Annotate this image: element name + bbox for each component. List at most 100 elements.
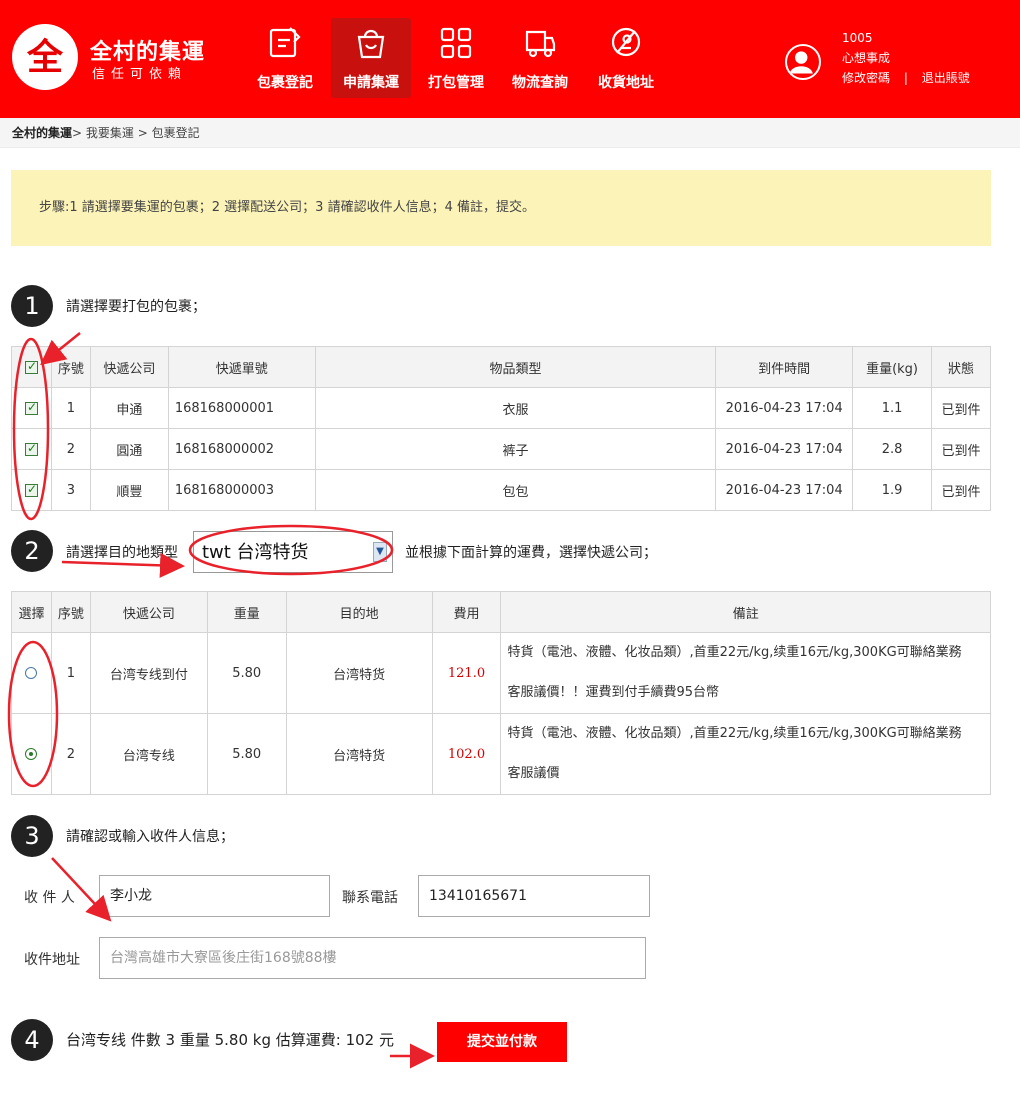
breadcrumb: 全村的集運> 我要集運 > 包裹登記 xyxy=(0,118,1020,148)
recipient-phone-label: 聯系電話 xyxy=(342,890,398,906)
package-type: 衣服 xyxy=(314,387,717,429)
recipient-address-input[interactable]: 台灣高雄市大寮區後庄街168號88樓 xyxy=(99,937,646,979)
package-status: 已到件 xyxy=(931,387,991,429)
package-tracking: 168168000003 xyxy=(167,469,316,511)
step-1-badge: 1 xyxy=(11,285,53,327)
package-weight: 1.9 xyxy=(852,469,932,511)
nav-item-delivery-address[interactable]: 收貨地址 xyxy=(586,18,666,98)
shipping-weight: 5.80 xyxy=(206,632,287,714)
truck-icon xyxy=(525,30,556,58)
nav-item-apply-consolidation[interactable]: 申請集運 xyxy=(331,18,411,98)
nav-label: 物流查詢 xyxy=(512,75,568,91)
change-password-link[interactable]: 修改密碼 xyxy=(842,71,890,85)
shipping-radio[interactable] xyxy=(25,748,38,760)
recipient-name-input[interactable]: 李小龙 xyxy=(99,875,330,917)
shipping-note: 特貨（電池、液體、化妆品類）,首重22元/kg,续重16元/kg,300KG可聯… xyxy=(500,632,991,714)
shipping-destination: 台湾特货 xyxy=(285,632,433,714)
column-header: 物品類型 xyxy=(314,346,717,388)
step-2-text: 請選擇目的地類型 xyxy=(66,545,178,561)
package-type: 包包 xyxy=(314,469,717,511)
package-arrived: 2016-04-23 17:04 xyxy=(715,387,854,429)
package-no: 2 xyxy=(50,428,91,470)
package-tracking: 168168000001 xyxy=(167,387,316,429)
step-2-text-after: 並根據下面計算的運費，選擇快遞公司； xyxy=(405,545,657,561)
package-status: 已到件 xyxy=(931,428,991,470)
package-courier: 圓通 xyxy=(89,428,169,470)
annotation-arrow xyxy=(61,552,185,578)
package-status: 已到件 xyxy=(931,469,991,511)
breadcrumb-home[interactable]: 全村的集運 xyxy=(12,126,72,140)
chevron-down-icon[interactable]: ▼ xyxy=(373,542,387,562)
nav-label: 打包管理 xyxy=(428,75,484,91)
user-motto: 心想事成 xyxy=(842,51,891,65)
column-header: 序號 xyxy=(50,346,91,388)
shipping-header-row: 選擇 序號 快遞公司 重量 目的地 費用 備註 xyxy=(11,591,991,633)
table-row: 1 申通 168168000001 衣服 2016-04-23 17:04 1.… xyxy=(11,387,991,429)
nav-label: 包裹登記 xyxy=(257,75,313,91)
logo-slogan: 信任可依賴 xyxy=(92,67,188,82)
logo-title: 全村的集運 xyxy=(90,40,206,65)
column-header: 重量(kg) xyxy=(852,346,932,388)
shipping-company: 台湾专线到付 xyxy=(89,632,208,714)
user-avatar-icon[interactable] xyxy=(785,44,821,80)
shipping-company: 台湾专线 xyxy=(89,713,208,795)
submit-and-pay-button[interactable]: 提交並付款 xyxy=(437,1022,567,1062)
shipping-note-line: 特貨（電池、液體、化妆品類）,首重22元/kg,续重16元/kg,300KG可聯… xyxy=(507,645,962,660)
destination-select-value: twt 台湾特货 xyxy=(202,542,309,563)
package-checkbox[interactable] xyxy=(24,441,38,456)
shipping-weight: 5.80 xyxy=(206,713,287,795)
shipping-note-line: 客服議價！！運費到付手續費95台幣 xyxy=(507,685,720,700)
logo-mark[interactable]: 全 xyxy=(12,24,78,90)
user-id: 1005 xyxy=(842,31,873,45)
top-header: 全 全村的集運 信任可依賴 包裹登記 申請集運 打包管理 物流查詢 收貨地址 1… xyxy=(0,0,1020,118)
packages-table: 序號 快遞公司 快遞單號 物品類型 到件時間 重量(kg) 狀態 1 申通 16… xyxy=(11,346,991,511)
step-3-badge: 3 xyxy=(11,815,53,857)
shipping-no: 1 xyxy=(50,632,91,714)
shipping-note: 特貨（電池、液體、化妆品類）,首重22元/kg,续重16元/kg,300KG可聯… xyxy=(500,713,991,795)
bag-icon xyxy=(357,29,385,59)
nav-item-package-register[interactable]: 包裹登記 xyxy=(245,18,325,98)
table-row: 2 台湾专线 5.80 台湾特货 102.0 特貨（電池、液體、化妆品類）,首重… xyxy=(11,713,991,795)
shipping-radio[interactable] xyxy=(25,667,38,679)
package-courier: 申通 xyxy=(89,387,169,429)
package-type: 裤子 xyxy=(314,428,717,470)
step-2-badge: 2 xyxy=(11,530,53,572)
table-row: 2 圓通 168168000002 裤子 2016-04-23 17:04 2.… xyxy=(11,428,991,470)
package-arrived: 2016-04-23 17:04 xyxy=(715,469,854,511)
breadcrumb-path: > 我要集運 > 包裹登記 xyxy=(72,126,200,140)
column-header: 快遞公司 xyxy=(89,591,208,633)
package-no: 1 xyxy=(50,387,91,429)
nav-label: 申請集運 xyxy=(343,75,399,91)
column-header: 快遞單號 xyxy=(167,346,316,388)
package-no: 3 xyxy=(50,469,91,511)
nav-item-pack-management[interactable]: 打包管理 xyxy=(416,18,496,98)
shipping-fee: 121.0 xyxy=(431,632,502,714)
column-header: 狀態 xyxy=(931,346,991,388)
select-all-checkbox[interactable] xyxy=(24,359,38,374)
package-checkbox[interactable] xyxy=(24,482,38,497)
link-separator: | xyxy=(903,71,908,85)
shipping-note-line: 客服議價 xyxy=(507,766,560,781)
column-header: 重量 xyxy=(206,591,287,633)
package-courier: 順豐 xyxy=(89,469,169,511)
step-1-text: 請選擇要打包的包裹； xyxy=(66,299,206,315)
step-3-text: 請確認或輸入收件人信息； xyxy=(66,829,234,845)
table-row: 1 台湾专线到付 5.80 台湾特货 121.0 特貨（電池、液體、化妆品類）,… xyxy=(11,632,991,714)
shipping-note-line: 特貨（電池、液體、化妆品類）,首重22元/kg,续重16元/kg,300KG可聯… xyxy=(507,726,962,741)
column-header: 目的地 xyxy=(285,591,433,633)
logout-link[interactable]: 退出賬號 xyxy=(922,71,970,85)
shipping-destination: 台湾特货 xyxy=(285,713,433,795)
package-tracking: 168168000002 xyxy=(167,428,316,470)
recipient-phone-input[interactable]: 13410165671 xyxy=(418,875,650,917)
column-header: 選擇 xyxy=(11,591,52,633)
package-weight: 1.1 xyxy=(852,387,932,429)
shipping-no: 2 xyxy=(50,713,91,795)
packages-header-row: 序號 快遞公司 快遞單號 物品類型 到件時間 重量(kg) 狀態 xyxy=(11,346,991,388)
column-header: 序號 xyxy=(50,591,91,633)
package-weight: 2.8 xyxy=(852,428,932,470)
grid-icon xyxy=(440,27,472,59)
select-all-cell[interactable] xyxy=(11,346,52,388)
destination-type-select[interactable]: twt 台湾特货 ▼ xyxy=(193,531,393,573)
nav-item-logistics-query[interactable]: 物流查詢 xyxy=(500,18,580,98)
package-checkbox[interactable] xyxy=(24,400,38,415)
